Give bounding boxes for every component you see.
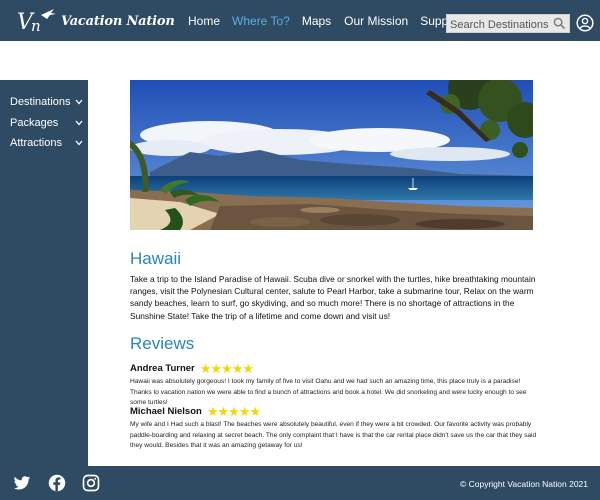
hero-image bbox=[130, 80, 533, 230]
destination-description: Take a trip to the Island Paradise of Ha… bbox=[130, 274, 536, 321]
reviews-heading: Reviews bbox=[130, 334, 195, 353]
sidebar-item-destinations[interactable]: Destinations bbox=[0, 92, 88, 113]
review-card: Michael Nielson ★★★★★ My wife and I Had … bbox=[130, 405, 540, 452]
copyright-text: © Copyright Vacation Nation 2021 bbox=[459, 479, 588, 489]
user-circle-icon[interactable] bbox=[576, 14, 594, 32]
search-box bbox=[446, 14, 570, 34]
sidebar-item-label: Attractions bbox=[10, 137, 62, 150]
review-header: Andrea Turner ★★★★★ bbox=[130, 362, 540, 375]
svg-text:n: n bbox=[31, 17, 41, 35]
page-title: Hawaii bbox=[130, 249, 182, 268]
twitter-icon[interactable] bbox=[13, 474, 31, 492]
hawaii-beach-photo bbox=[130, 80, 533, 230]
sidebar-item-label: Packages bbox=[10, 116, 59, 129]
sidebar-item-packages[interactable]: Packages bbox=[0, 113, 88, 134]
review-text: Hawaii was absolutely gorgeous! I took m… bbox=[130, 378, 527, 407]
nav-home[interactable]: Home bbox=[188, 14, 220, 28]
nav-maps[interactable]: Maps bbox=[302, 14, 331, 28]
sidebar-item-label: Destinations bbox=[10, 96, 71, 109]
site-logo[interactable]: V n Vacation Nation bbox=[16, 6, 175, 36]
review-card: Andrea Turner ★★★★★ Hawaii was absolutel… bbox=[130, 362, 540, 409]
sidebar: Destinations Packages Attractions bbox=[0, 80, 88, 466]
reviewer-name: Andrea Turner bbox=[130, 363, 195, 374]
star-rating: ★★★★★ bbox=[199, 361, 254, 376]
nav-our-mission[interactable]: Our Mission bbox=[344, 14, 408, 28]
review-header: Michael Nielson ★★★★★ bbox=[130, 405, 540, 418]
facebook-icon[interactable] bbox=[48, 474, 66, 492]
star-rating: ★★★★★ bbox=[206, 404, 261, 419]
brand-name: Vacation Nation bbox=[61, 13, 175, 29]
main-nav: Home Where To? Maps Our Mission Support bbox=[188, 14, 462, 28]
search-icon[interactable] bbox=[553, 17, 566, 30]
chevron-down-icon bbox=[75, 99, 83, 105]
search-input[interactable] bbox=[447, 16, 551, 34]
sidebar-item-attractions[interactable]: Attractions bbox=[0, 133, 88, 154]
top-header: V n Vacation Nation Home Where To? Maps … bbox=[0, 0, 600, 41]
footer: © Copyright Vacation Nation 2021 bbox=[0, 466, 600, 500]
vn-logo-mark-icon: V n bbox=[17, 9, 56, 35]
reviewer-name: Michael Nielson bbox=[130, 406, 202, 417]
review-text: My wife and I Had such a blast! The beac… bbox=[130, 421, 537, 450]
chevron-down-icon bbox=[75, 120, 83, 125]
nav-where-to[interactable]: Where To? bbox=[232, 14, 290, 28]
instagram-icon[interactable] bbox=[82, 474, 100, 492]
chevron-down-icon bbox=[75, 140, 83, 146]
